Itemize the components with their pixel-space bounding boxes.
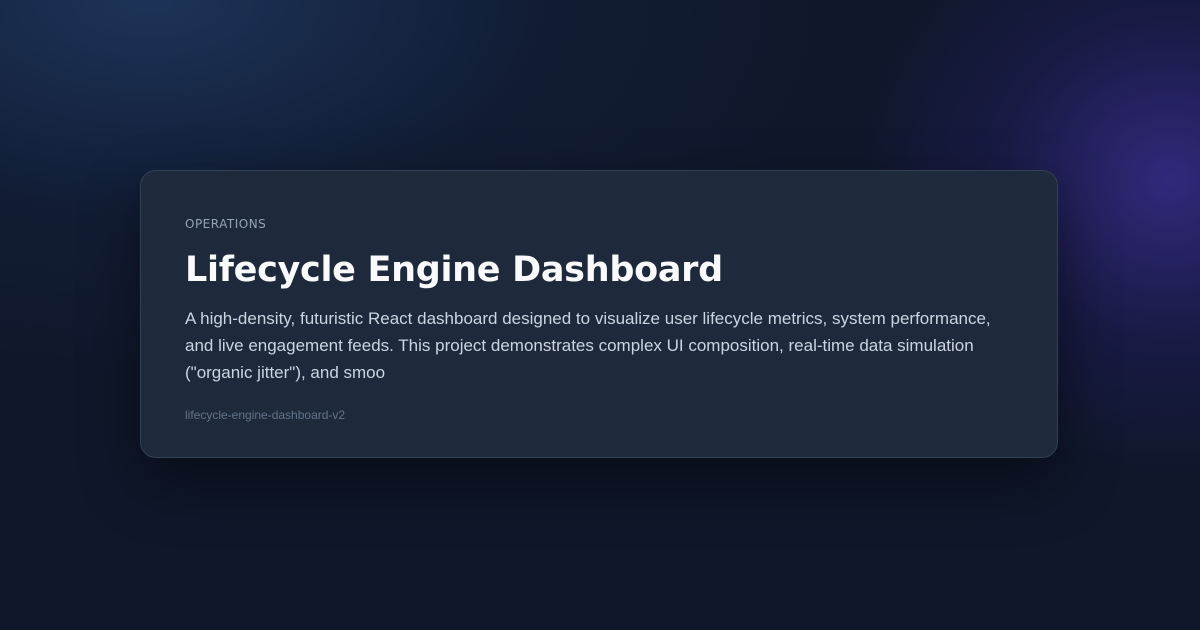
project-title: Lifecycle Engine Dashboard	[185, 250, 723, 290]
project-description: A high-density, futuristic React dashboa…	[185, 309, 991, 382]
project-card[interactable]: OPERATIONS Lifecycle Engine Dashboard A …	[140, 170, 1058, 458]
project-slug: lifecycle-engine-dashboard-v2	[185, 408, 346, 422]
category-label: OPERATIONS	[185, 217, 267, 231]
